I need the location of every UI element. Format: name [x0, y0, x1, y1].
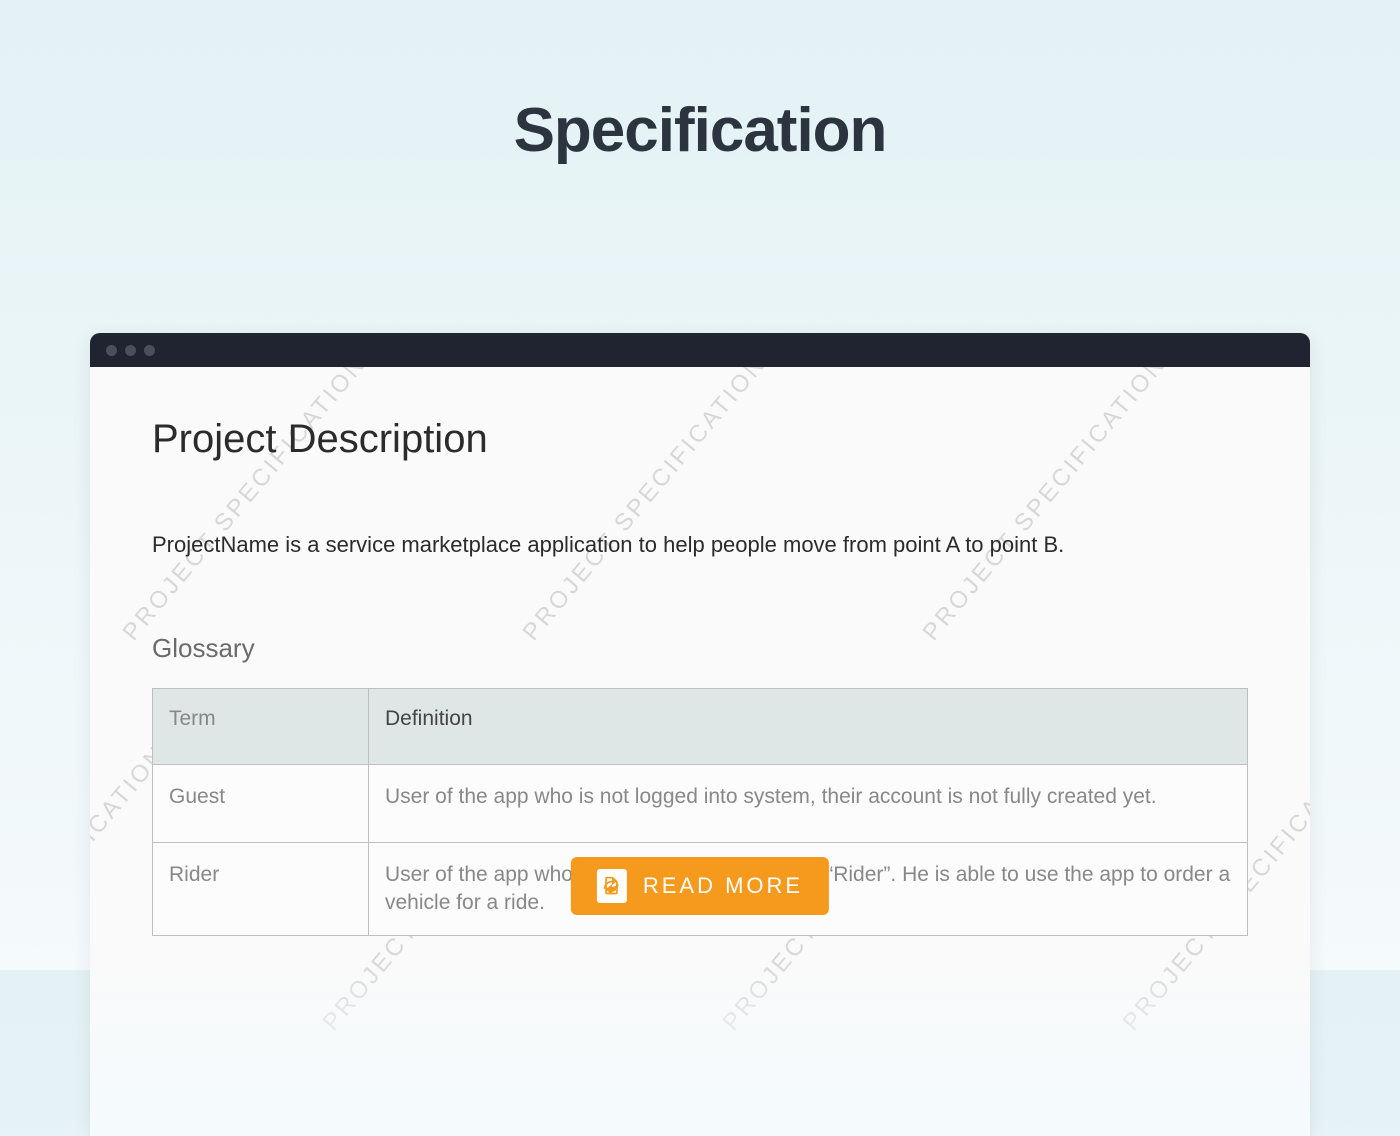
page-title: Specification [0, 95, 1400, 166]
watermark-text: PROJECT SPECIFICATIONS [118, 367, 385, 647]
maximize-icon[interactable] [144, 345, 155, 356]
term-cell: Rider [153, 842, 369, 936]
table-row: Guest User of the app who is not logged … [153, 764, 1248, 842]
minimize-icon[interactable] [125, 345, 136, 356]
glossary-heading: Glossary [152, 633, 1248, 664]
browser-window: PROJECT SPECIFICATIONS PROJECT SPECIFICA… [90, 333, 1310, 1136]
window-titlebar [90, 333, 1310, 367]
document-paragraph: ProjectName is a service marketplace app… [152, 530, 1248, 561]
read-more-button[interactable]: READ MORE [571, 857, 829, 915]
document-body: PROJECT SPECIFICATIONS PROJECT SPECIFICA… [90, 367, 1310, 1136]
watermark-text: PROJECT SPECIFICATIONS [918, 367, 1185, 647]
fade-overlay [90, 956, 1310, 1136]
close-icon[interactable] [106, 345, 117, 356]
watermark-text: PROJECT SPECIFICATIONS [518, 367, 785, 647]
term-cell: Guest [153, 764, 369, 842]
document-heading: Project Description [152, 417, 1248, 462]
column-header-definition: Definition [369, 688, 1248, 764]
pdf-icon [597, 869, 627, 903]
definition-cell: User of the app who is not logged into s… [369, 764, 1248, 842]
column-header-term: Term [153, 688, 369, 764]
table-header-row: Term Definition [153, 688, 1248, 764]
read-more-label: READ MORE [643, 873, 803, 899]
